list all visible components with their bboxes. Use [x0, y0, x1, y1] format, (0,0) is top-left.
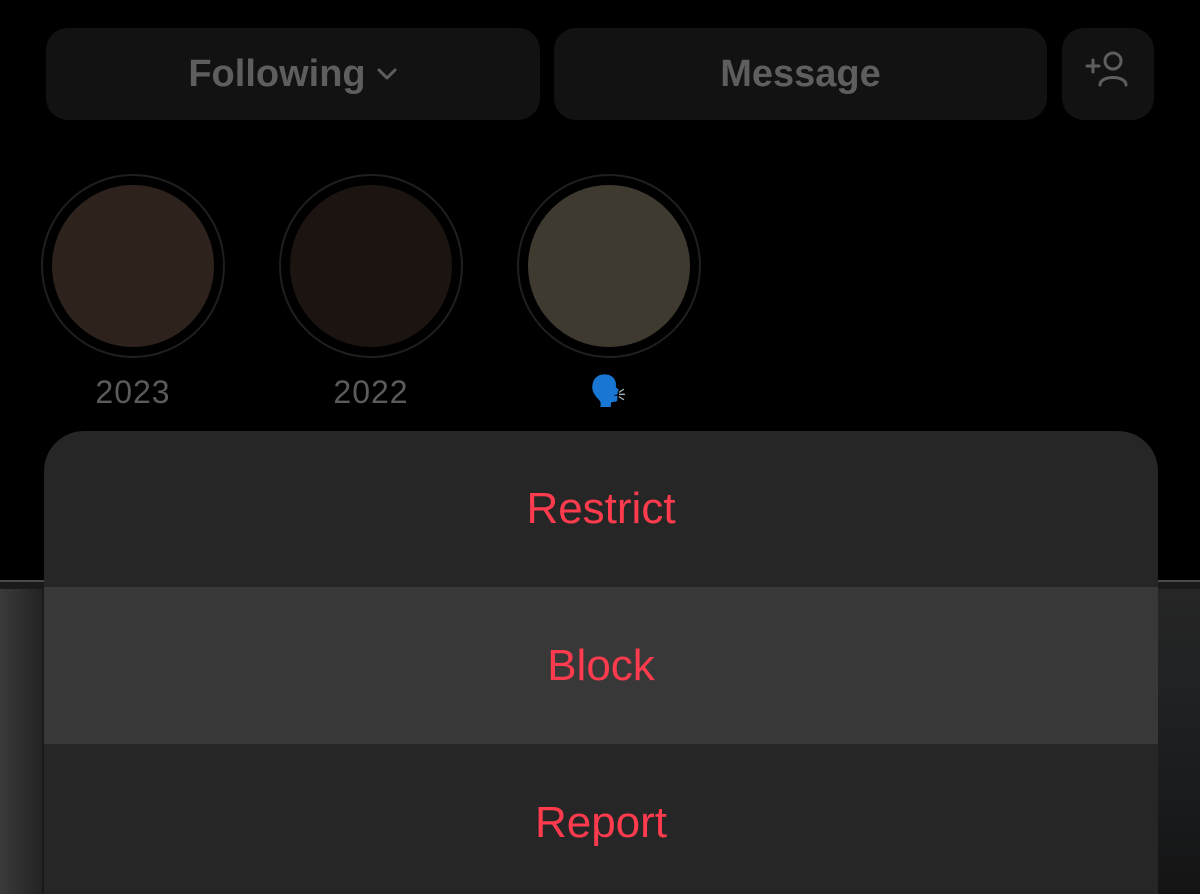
- following-label: Following: [188, 52, 366, 95]
- highlight-cover: [52, 185, 214, 347]
- add-user-button[interactable]: [1062, 28, 1154, 120]
- add-user-icon: [1085, 49, 1131, 99]
- block-button[interactable]: Block: [44, 587, 1158, 744]
- profile-screen: Following Message 2023 2022 🗣️ Restrict …: [0, 0, 1200, 894]
- highlight-ring: [41, 174, 225, 358]
- chevron-down-icon: [376, 67, 398, 81]
- message-label: Message: [720, 52, 881, 95]
- post-thumbnail[interactable]: [0, 589, 42, 894]
- highlight-label: 2023: [95, 374, 171, 410]
- highlight-cover: [290, 185, 452, 347]
- block-label: Block: [547, 640, 655, 690]
- highlight-ring: [517, 174, 701, 358]
- highlight-cover: [528, 185, 690, 347]
- restrict-button[interactable]: Restrict: [44, 431, 1158, 587]
- highlight-ring: [279, 174, 463, 358]
- highlight-item[interactable]: 🗣️: [517, 174, 701, 412]
- action-sheet: Restrict Block Report: [44, 431, 1158, 894]
- report-button[interactable]: Report: [44, 744, 1158, 894]
- restrict-label: Restrict: [526, 484, 676, 533]
- following-button[interactable]: Following: [46, 28, 540, 120]
- highlight-label: 2022: [333, 374, 409, 410]
- post-thumbnail[interactable]: [1158, 589, 1200, 894]
- highlight-item[interactable]: 2022: [279, 174, 463, 412]
- highlight-item[interactable]: 2023: [41, 174, 225, 412]
- message-button[interactable]: Message: [554, 28, 1047, 120]
- highlight-label: 🗣️: [589, 375, 629, 408]
- report-label: Report: [534, 797, 668, 847]
